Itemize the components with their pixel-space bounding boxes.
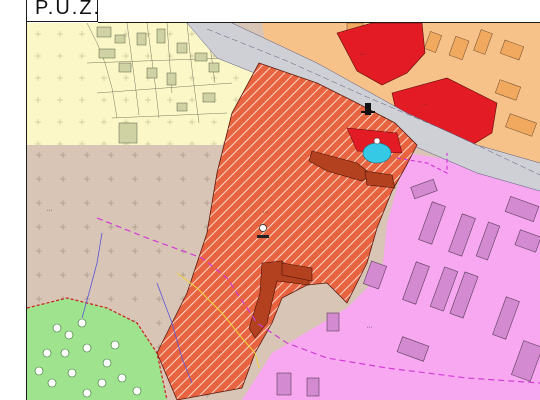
zone-label: • • •: [47, 208, 52, 212]
title-block-empty-cell: [98, 0, 540, 23]
zone-label: • • •: [217, 350, 222, 354]
zone-label-public: • • •: [360, 52, 365, 56]
zone-label: • • •: [367, 325, 372, 329]
zone-label: • • •: [263, 210, 268, 214]
sheet-left-margin: [0, 0, 27, 400]
zoning-map[interactable]: • • • • • • • • • • • • • • • • • •: [27, 23, 540, 400]
plan-title: P.U.Z.: [35, 0, 102, 19]
zone-label-public-2: • • •: [422, 102, 427, 106]
title-block: P.U.Z.: [26, 0, 102, 22]
